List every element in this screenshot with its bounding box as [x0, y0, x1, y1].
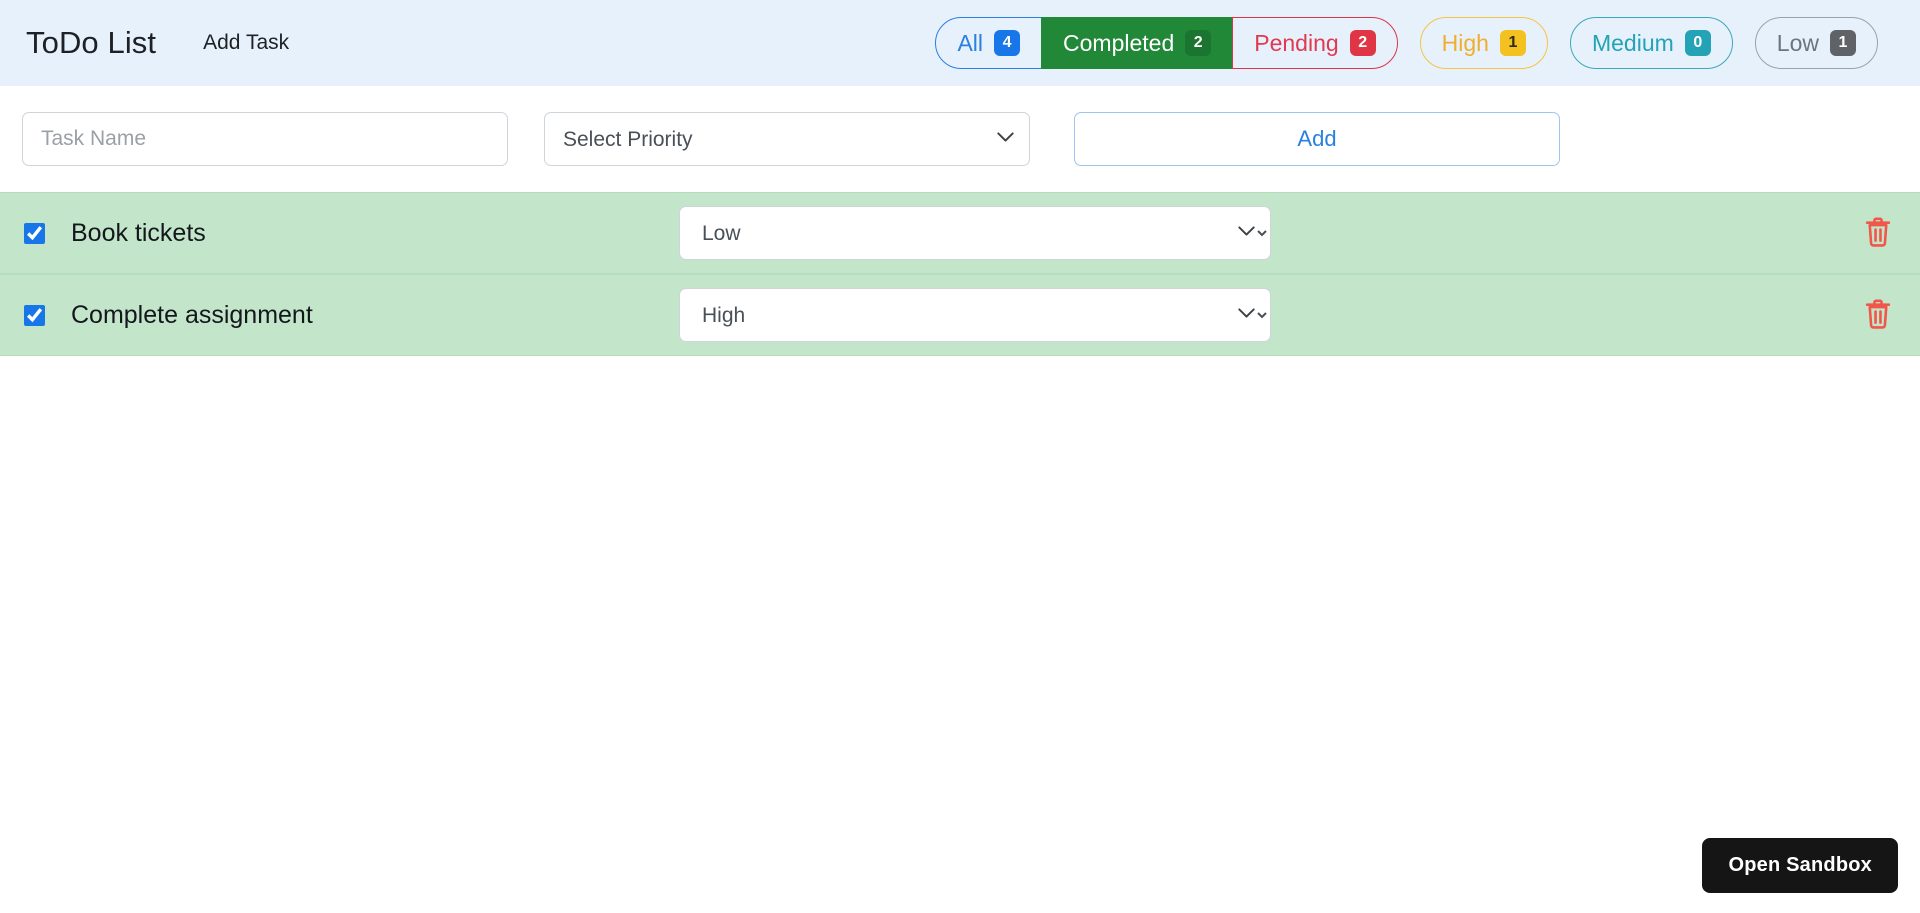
task-priority-select-wrapper: High — [679, 288, 1271, 342]
nav-link-add-task[interactable]: Add Task — [203, 31, 289, 55]
task-row: Complete assignment High — [0, 274, 1920, 356]
task-row: Book tickets Low — [0, 192, 1920, 274]
task-title: Book tickets — [71, 218, 206, 247]
filter-label-pending: Pending — [1254, 29, 1339, 56]
filter-label-all: All — [957, 29, 984, 56]
add-task-button[interactable]: Add — [1074, 112, 1560, 166]
delete-task-button[interactable] — [1858, 213, 1898, 253]
filter-label-high: High — [1441, 29, 1489, 56]
filter-count-low: 1 — [1830, 30, 1856, 56]
filter-label-low: Low — [1776, 29, 1819, 56]
filter-count-high: 1 — [1499, 30, 1526, 56]
task-priority-select[interactable]: High — [679, 288, 1271, 342]
filter-count-completed: 2 — [1185, 30, 1212, 56]
trash-icon — [1863, 216, 1893, 251]
task-priority-select-wrapper: Low — [679, 206, 1271, 260]
filter-count-medium: 0 — [1684, 30, 1711, 56]
delete-task-button[interactable] — [1858, 295, 1898, 335]
task-list: Book tickets Low Complete assignment Hig… — [0, 192, 1920, 356]
add-task-form: Select Priority Add — [0, 86, 1920, 166]
page-title: ToDo List — [26, 25, 157, 60]
filter-button-pending[interactable]: Pending 2 — [1232, 17, 1398, 69]
priority-select[interactable]: Select Priority — [544, 112, 1030, 166]
filter-count-all: 4 — [994, 30, 1021, 56]
task-complete-checkbox[interactable] — [24, 222, 45, 244]
task-row-left: Book tickets — [24, 219, 679, 248]
open-sandbox-button[interactable]: Open Sandbox — [1702, 838, 1898, 893]
trash-icon — [1863, 298, 1893, 333]
filter-count-pending: 2 — [1349, 30, 1376, 56]
priority-select-wrapper: Select Priority — [544, 112, 1030, 166]
task-row-left: Complete assignment — [24, 301, 679, 330]
filter-button-completed[interactable]: Completed 2 — [1041, 17, 1234, 69]
task-name-input[interactable] — [22, 112, 508, 166]
status-filter-group: All 4 Completed 2 Pending 2 — [935, 17, 1398, 69]
task-title: Complete assignment — [71, 300, 313, 329]
filter-button-all[interactable]: All 4 — [935, 17, 1043, 69]
task-priority-select[interactable]: Low — [679, 206, 1271, 260]
task-complete-checkbox[interactable] — [24, 304, 45, 326]
filter-button-low[interactable]: Low 1 — [1754, 17, 1878, 69]
filter-button-medium[interactable]: Medium 0 — [1569, 17, 1733, 69]
top-navbar: ToDo List Add Task All 4 Completed 2 Pen… — [0, 0, 1920, 86]
filter-label-medium: Medium — [1591, 29, 1674, 56]
filter-label-completed: Completed — [1063, 29, 1175, 56]
filter-bar: All 4 Completed 2 Pending 2 High 1 Mediu… — [935, 17, 1894, 69]
filter-button-high[interactable]: High 1 — [1419, 17, 1548, 69]
